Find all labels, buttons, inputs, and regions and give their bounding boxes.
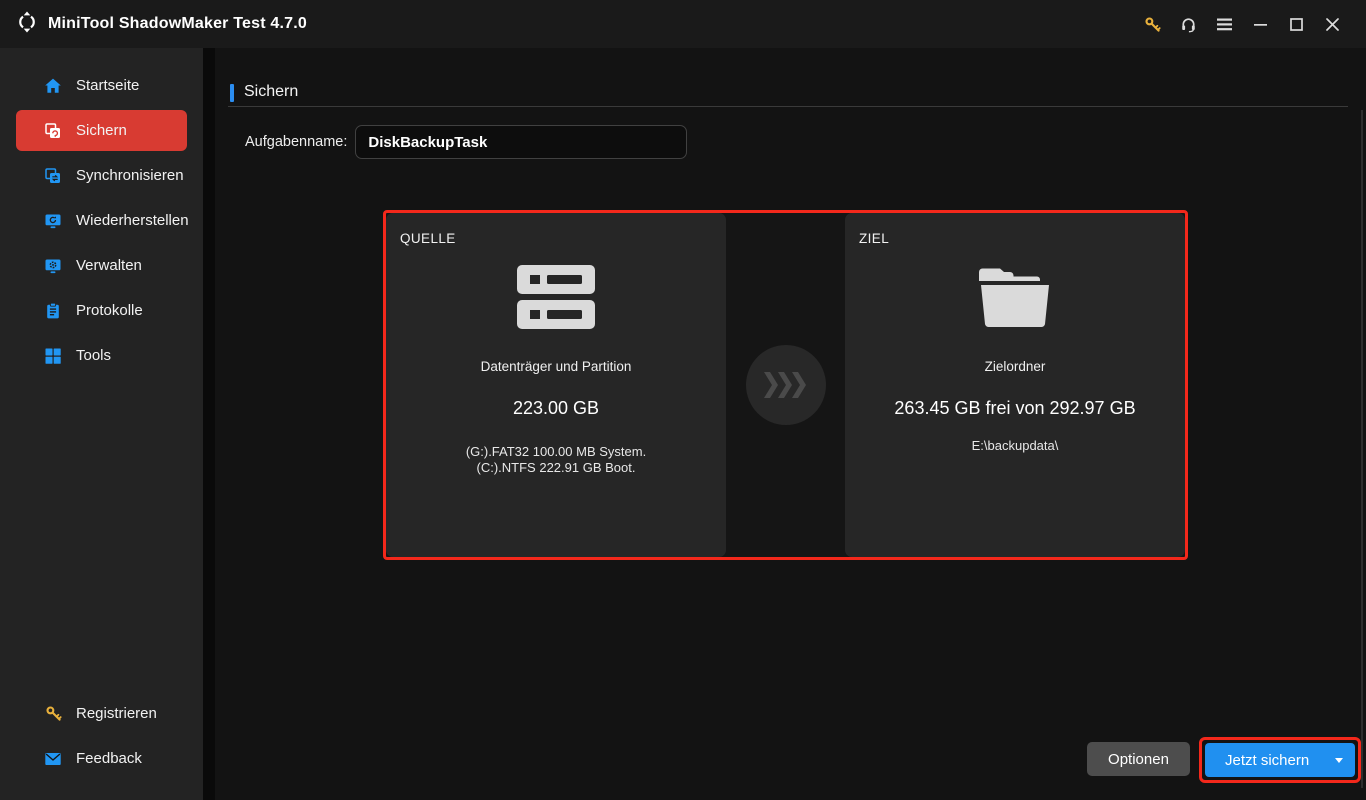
- sidebar-item-protokolle[interactable]: Protokolle: [0, 288, 203, 333]
- register-key-button[interactable]: [1134, 7, 1170, 41]
- destination-type-label: Zielordner: [984, 359, 1046, 374]
- source-card-heading: QUELLE: [400, 231, 456, 246]
- sidebar-item-tools[interactable]: Tools: [0, 333, 203, 378]
- app-logo-icon: [16, 11, 38, 38]
- restore-icon: [44, 212, 62, 230]
- page-title-accent-bar: [230, 84, 234, 102]
- source-dest-highlight: QUELLE Datenträger und Partition 223.00 …: [383, 210, 1188, 560]
- sidebar: Startseite Sichern Synchronisieren Wiede…: [0, 48, 203, 800]
- tools-icon: [44, 347, 62, 365]
- support-headset-button[interactable]: [1170, 7, 1206, 41]
- maximize-button[interactable]: [1278, 7, 1314, 41]
- close-button[interactable]: [1314, 7, 1350, 41]
- logs-icon: [44, 302, 62, 320]
- sidebar-footer: Registrieren Feedback: [0, 691, 203, 781]
- home-icon: [44, 77, 62, 95]
- sidebar-item-verwalten[interactable]: Verwalten: [0, 243, 203, 288]
- sidebar-item-registrieren[interactable]: Registrieren: [0, 691, 203, 736]
- sidebar-item-label: Verwalten: [76, 257, 142, 274]
- titlebar-left: MiniTool ShadowMaker Test 4.7.0: [16, 11, 307, 38]
- sidebar-item-startseite[interactable]: Startseite: [0, 63, 203, 108]
- destination-card-heading: ZIEL: [859, 231, 890, 246]
- key-icon: [44, 705, 62, 723]
- page-title: Sichern: [244, 83, 299, 100]
- sidebar-item-feedback[interactable]: Feedback: [0, 736, 203, 781]
- sidebar-item-label: Registrieren: [76, 705, 157, 722]
- disk-icon: [386, 265, 726, 329]
- source-size: 223.00 GB: [512, 398, 600, 418]
- source-type-label: Datenträger und Partition: [480, 359, 632, 374]
- backup-now-highlight: Jetzt sichern: [1199, 737, 1361, 783]
- sidebar-item-label: Sichern: [76, 122, 127, 139]
- sidebar-item-sichern[interactable]: Sichern: [16, 110, 187, 151]
- window-title: MiniTool ShadowMaker Test 4.7.0: [48, 15, 307, 32]
- destination-card[interactable]: ZIEL Zielordner 263.45 GB frei von 292.9…: [845, 213, 1185, 557]
- folder-icon: [845, 265, 1185, 327]
- hamburger-menu-button[interactable]: [1206, 7, 1242, 41]
- sidebar-item-label: Synchronisieren: [76, 167, 184, 184]
- source-card[interactable]: QUELLE Datenträger und Partition 223.00 …: [386, 213, 726, 557]
- options-button[interactable]: Optionen: [1087, 742, 1190, 776]
- destination-path: E:\backupdata\: [971, 438, 1059, 453]
- manage-icon: [44, 257, 62, 275]
- source-partition-line: (C:).NTFS 222.91 GB Boot.: [476, 460, 636, 475]
- backup-icon: [44, 122, 62, 140]
- sidebar-item-wiederherstellen[interactable]: Wiederherstellen: [0, 198, 203, 243]
- backup-now-label: Jetzt sichern: [1225, 751, 1310, 769]
- minimize-button[interactable]: [1242, 7, 1278, 41]
- titlebar-actions: [1134, 7, 1350, 41]
- main-content: Sichern Aufgabenname: QUELLE: [215, 48, 1366, 800]
- task-name-input[interactable]: [355, 125, 688, 159]
- envelope-icon: [44, 750, 62, 768]
- task-name-row: Aufgabenname:: [245, 125, 688, 159]
- backup-direction-arrow: [745, 345, 826, 425]
- app-window: MiniTool ShadowMaker Test 4.7.0 Startsei…: [0, 0, 1366, 800]
- source-partition-line: (G:).FAT32 100.00 MB System.: [465, 444, 647, 459]
- sidebar-item-synchronisieren[interactable]: Synchronisieren: [0, 153, 203, 198]
- sync-icon: [44, 167, 62, 185]
- task-name-label: Aufgabenname:: [245, 134, 348, 150]
- source-partition-details: (G:).FAT32 100.00 MB System. (C:).NTFS 2…: [386, 444, 726, 476]
- sidebar-divider: [203, 48, 215, 800]
- backup-now-button[interactable]: Jetzt sichern: [1205, 743, 1355, 777]
- dropdown-arrow-icon[interactable]: [1335, 757, 1343, 763]
- sidebar-nav: Startseite Sichern Synchronisieren Wiede…: [0, 48, 203, 378]
- sidebar-item-label: Protokolle: [76, 302, 143, 319]
- sidebar-item-label: Wiederherstellen: [76, 212, 189, 229]
- scrollbar-track[interactable]: [1361, 110, 1363, 788]
- destination-free-space: 263.45 GB frei von 292.97 GB: [894, 398, 1136, 418]
- sidebar-item-label: Feedback: [76, 750, 142, 767]
- header-separator: [228, 106, 1348, 107]
- sidebar-item-label: Startseite: [76, 77, 140, 94]
- titlebar: MiniTool ShadowMaker Test 4.7.0: [0, 0, 1366, 48]
- sidebar-item-label: Tools: [76, 347, 112, 364]
